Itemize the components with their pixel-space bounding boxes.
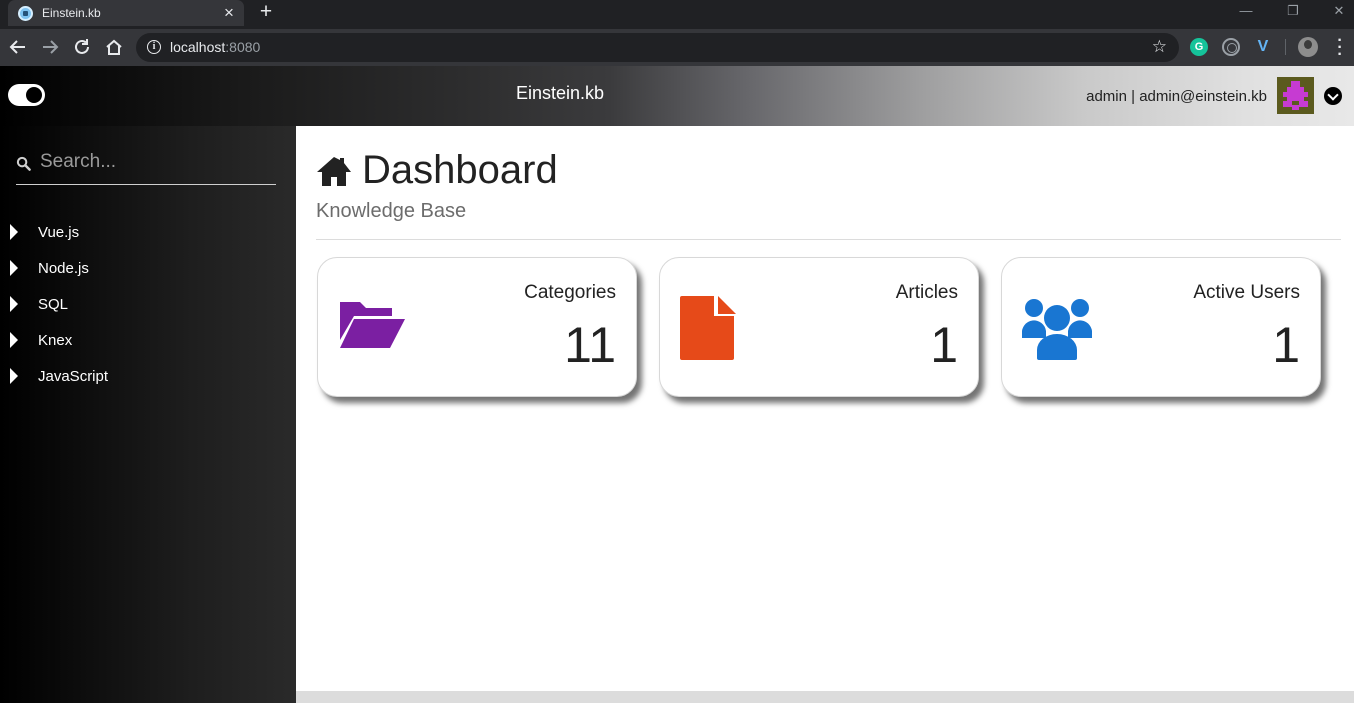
caret-right-icon[interactable] bbox=[10, 296, 18, 312]
page-title: Dashboard bbox=[362, 148, 558, 192]
info-icon[interactable]: i bbox=[147, 40, 161, 54]
toolbar-separator bbox=[1285, 39, 1286, 55]
page-header: Dashboard bbox=[316, 148, 558, 193]
sidebar: Vue.js Node.js SQL Knex JavaScript bbox=[0, 126, 296, 703]
browser-tab-strip: Einstein.kb × + — ❐ ✕ bbox=[0, 0, 1354, 29]
tree-item-label: Knex bbox=[38, 331, 73, 349]
user-avatar[interactable] bbox=[1277, 77, 1314, 114]
sidebar-search bbox=[16, 148, 276, 185]
home-browser-icon[interactable] bbox=[103, 36, 125, 58]
einstein-favicon-icon bbox=[18, 5, 33, 21]
stat-card-articles[interactable]: Articles 1 bbox=[659, 257, 979, 397]
browser-menu-icon[interactable]: · · · bbox=[1334, 33, 1346, 63]
extension-circle-icon[interactable] bbox=[1222, 38, 1240, 56]
url-text: localhost:8080 bbox=[170, 39, 260, 55]
restore-icon[interactable]: ❐ bbox=[1283, 3, 1303, 19]
user-dropdown-chevron-icon[interactable] bbox=[1324, 87, 1342, 105]
file-icon bbox=[680, 296, 736, 360]
tree-item-sql[interactable]: SQL bbox=[0, 286, 296, 322]
back-arrow-icon[interactable] bbox=[7, 36, 29, 58]
bookmark-star-icon[interactable]: ☆ bbox=[1152, 37, 1167, 57]
forward-arrow-icon[interactable] bbox=[39, 36, 61, 58]
browser-tab[interactable]: Einstein.kb × bbox=[8, 0, 244, 26]
tree-item-label: Vue.js bbox=[38, 223, 80, 241]
close-window-icon[interactable]: ✕ bbox=[1329, 3, 1349, 19]
profile-avatar-icon[interactable] bbox=[1298, 37, 1318, 57]
stat-value: 11 bbox=[564, 317, 616, 373]
tab-close-icon[interactable]: × bbox=[218, 4, 240, 21]
caret-right-icon[interactable] bbox=[10, 224, 18, 240]
menu-toggle-switch[interactable] bbox=[8, 84, 45, 106]
tab-title: Einstein.kb bbox=[42, 6, 101, 20]
tree-item-vuejs[interactable]: Vue.js bbox=[0, 214, 296, 250]
new-tab-button[interactable]: + bbox=[256, 1, 276, 23]
users-icon bbox=[1022, 299, 1092, 360]
caret-right-icon[interactable] bbox=[10, 260, 18, 276]
tree-item-label: SQL bbox=[38, 295, 69, 313]
folder-open-icon bbox=[340, 302, 405, 348]
app-title[interactable]: Einstein.kb bbox=[516, 83, 604, 104]
address-bar[interactable]: i localhost:8080 ☆ bbox=[136, 33, 1179, 62]
stat-value: 1 bbox=[930, 317, 958, 373]
main-content: Dashboard Knowledge Base Categories 11 A… bbox=[296, 126, 1354, 691]
grammarly-extension-icon[interactable]: G bbox=[1190, 38, 1208, 56]
reload-icon[interactable] bbox=[71, 36, 93, 58]
user-info[interactable]: admin | admin@einstein.kb bbox=[1086, 88, 1267, 105]
stat-label: Active Users bbox=[1193, 282, 1300, 303]
minimize-icon[interactable]: — bbox=[1236, 3, 1256, 18]
footer-bar bbox=[296, 691, 1354, 703]
tree-item-knex[interactable]: Knex bbox=[0, 322, 296, 358]
stat-label: Articles bbox=[895, 282, 958, 303]
stat-value: 1 bbox=[1272, 317, 1300, 373]
caret-right-icon[interactable] bbox=[10, 332, 18, 348]
stat-card-categories[interactable]: Categories 11 bbox=[317, 257, 637, 397]
caret-right-icon[interactable] bbox=[10, 368, 18, 384]
header-divider bbox=[316, 239, 1341, 240]
browser-toolbar: i localhost:8080 ☆ G V · · · bbox=[0, 29, 1354, 66]
app-header: Einstein.kb admin | admin@einstein.kb bbox=[0, 66, 1354, 126]
vue-devtools-extension-icon[interactable]: V bbox=[1254, 38, 1272, 56]
tree-item-label: JavaScript bbox=[38, 367, 109, 385]
stat-card-active-users[interactable]: Active Users 1 bbox=[1001, 257, 1321, 397]
search-icon bbox=[16, 156, 31, 171]
category-tree: Vue.js Node.js SQL Knex JavaScript bbox=[0, 214, 296, 394]
stat-label: Categories bbox=[524, 282, 616, 303]
search-input[interactable] bbox=[40, 150, 270, 174]
tree-item-label: Node.js bbox=[38, 259, 89, 277]
url-host: localhost bbox=[170, 39, 226, 55]
url-port: :8080 bbox=[225, 39, 261, 55]
tree-item-nodejs[interactable]: Node.js bbox=[0, 250, 296, 286]
tree-item-javascript[interactable]: JavaScript bbox=[0, 358, 296, 394]
page-subtitle: Knowledge Base bbox=[316, 200, 467, 222]
home-icon bbox=[317, 156, 351, 186]
